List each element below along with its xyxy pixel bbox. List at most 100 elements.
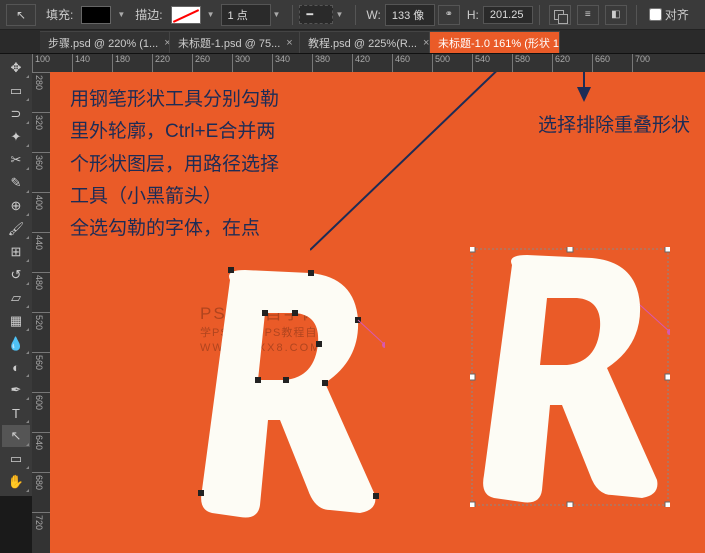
width-field[interactable]: 133 像: [385, 4, 435, 26]
document-tab-active[interactable]: 未标题-1.0 161% (形状 10, RGB/8): [430, 31, 560, 53]
fill-swatch[interactable]: [81, 6, 111, 24]
annotation-line: 全选勾勒的字体，在点: [70, 213, 279, 245]
annotation-line: 里外轮廓，Ctrl+E合并两: [70, 116, 279, 148]
ruler-mark: 280: [32, 72, 50, 112]
divider: [292, 5, 293, 25]
pen-tool[interactable]: ✒: [2, 379, 30, 401]
tab-label: 未标题-1.psd @ 75...: [178, 35, 280, 51]
document-tab[interactable]: 步骤.psd @ 220% (1...×: [40, 31, 170, 53]
ruler-mark: 360: [32, 152, 50, 192]
ruler-mark: 440: [32, 232, 50, 272]
type-tool[interactable]: T: [2, 402, 30, 424]
ruler-mark: 720: [32, 512, 50, 552]
divider: [539, 5, 540, 25]
link-wh-icon[interactable]: ⚭: [438, 5, 460, 25]
heal-tool[interactable]: ⊕: [2, 195, 30, 217]
document-tab[interactable]: 未标题-1.psd @ 75... ×: [170, 31, 300, 53]
align-checkbox[interactable]: 对齐: [649, 6, 689, 23]
stroke-label: 描边:: [135, 6, 162, 23]
chevron-down-icon[interactable]: ▼: [335, 10, 343, 19]
height-label: H:: [467, 8, 479, 22]
toolbox: ✥ ▭ ⊃ ✦ ✂ ✎ ⊕ 🖌 ⊞ ↺ ▱ ▦ 💧 ◐ ✒ T ↖ ▭ ✋: [0, 54, 32, 496]
ruler-mark: 480: [32, 272, 50, 312]
tab-label: 教程.psd @ 225%(R...: [308, 35, 417, 51]
ruler-mark: 220: [152, 54, 192, 72]
document-tab-bar: 步骤.psd @ 220% (1...× 未标题-1.psd @ 75...× …: [0, 30, 705, 54]
ruler-mark: 560: [32, 352, 50, 392]
marquee-tool[interactable]: ▭: [2, 80, 30, 102]
close-icon[interactable]: ×: [423, 37, 429, 49]
ruler-mark: 600: [32, 392, 50, 432]
arrow-to-path-op: [310, 72, 590, 260]
stroke-width-field[interactable]: 1 点: [221, 4, 271, 26]
close-icon[interactable]: ×: [286, 37, 292, 49]
chevron-down-icon[interactable]: ▼: [273, 10, 281, 19]
path-select-tool-icon[interactable]: ↖: [6, 4, 36, 26]
ruler-mark: 680: [32, 472, 50, 512]
ruler-mark: 260: [192, 54, 232, 72]
ruler-mark: 660: [592, 54, 632, 72]
divider: [636, 5, 637, 25]
wand-tool[interactable]: ✦: [2, 126, 30, 148]
blur-tool[interactable]: 💧: [2, 333, 30, 355]
ruler-mark: 500: [432, 54, 472, 72]
gradient-tool[interactable]: ▦: [2, 310, 30, 332]
ruler-mark: 580: [512, 54, 552, 72]
ruler-mark: 140: [72, 54, 112, 72]
vertical-ruler: 280 320 360 400 440 480 520 560 600 640 …: [32, 72, 50, 553]
ruler-mark: 180: [112, 54, 152, 72]
crop-tool[interactable]: ✂: [2, 149, 30, 171]
fill-label: 填充:: [46, 6, 73, 23]
ruler-mark: 380: [312, 54, 352, 72]
path-arrange-button[interactable]: ◧: [605, 5, 627, 25]
hand-tool[interactable]: ✋: [2, 471, 30, 493]
stamp-tool[interactable]: ⊞: [2, 241, 30, 263]
ruler-mark: 640: [32, 432, 50, 472]
width-label: W:: [366, 8, 380, 22]
annotation-exclude-shapes: 选择排除重叠形状: [538, 110, 690, 142]
ruler-mark: 520: [32, 312, 50, 352]
eraser-tool[interactable]: ▱: [2, 287, 30, 309]
divider: [355, 5, 356, 25]
arrow-down: [572, 72, 602, 107]
document-tab[interactable]: 教程.psd @ 225%(R... ×: [300, 31, 430, 53]
canvas[interactable]: 用钢笔形状工具分别勾勒 里外轮廓，Ctrl+E合并两 个形状图层，用路径选择 工…: [50, 72, 705, 553]
ruler-mark: 540: [472, 54, 512, 72]
path-select-tool[interactable]: ↖: [2, 425, 30, 447]
tab-label: 步骤.psd @ 220% (1...: [48, 35, 158, 51]
ruler-mark: 400: [32, 192, 50, 232]
annotation-instructions: 用钢笔形状工具分别勾勒 里外轮廓，Ctrl+E合并两 个形状图层，用路径选择 工…: [70, 84, 279, 245]
annotation-line: 个形状图层，用路径选择: [70, 149, 279, 181]
ruler-mark: 420: [352, 54, 392, 72]
chevron-down-icon[interactable]: ▼: [207, 10, 215, 19]
ruler-mark: 620: [552, 54, 592, 72]
tab-label: 未标题-1.0 161% (形状 10, RGB/8): [438, 35, 560, 51]
shape-tool[interactable]: ▭: [2, 448, 30, 470]
letter-r-shape-selected[interactable]: [190, 265, 385, 525]
align-checkbox-label: 对齐: [665, 6, 689, 23]
lasso-tool[interactable]: ⊃: [2, 103, 30, 125]
ruler-mark: 320: [32, 112, 50, 152]
annotation-line: 工具（小黑箭头）: [70, 181, 279, 213]
move-tool[interactable]: ✥: [2, 57, 30, 79]
horizontal-ruler: 100 140 180 220 260 300 340 380 420 460 …: [32, 54, 705, 72]
height-field[interactable]: 201.25: [483, 6, 533, 24]
options-bar: ↖ 填充: ▼ 描边: ▼ 1 点 ▼ ━ ▼ W: 133 像 ⚭ H: 20…: [0, 0, 705, 30]
stroke-style-field[interactable]: ━: [299, 5, 333, 24]
path-operation-button[interactable]: [549, 5, 571, 25]
eyedropper-tool[interactable]: ✎: [2, 172, 30, 194]
brush-tool[interactable]: 🖌: [2, 218, 30, 240]
letter-r-shape-transform[interactable]: [470, 247, 670, 507]
ruler-mark: 700: [632, 54, 672, 72]
stroke-swatch-none[interactable]: [171, 6, 201, 24]
path-align-button[interactable]: ≡: [577, 5, 599, 25]
dodge-tool[interactable]: ◐: [2, 356, 30, 378]
ruler-mark: 340: [272, 54, 312, 72]
ruler-mark: 460: [392, 54, 432, 72]
ruler-mark: 300: [232, 54, 272, 72]
align-checkbox-input[interactable]: [649, 8, 662, 21]
chevron-down-icon[interactable]: ▼: [117, 10, 125, 19]
annotation-line: 用钢笔形状工具分别勾勒: [70, 84, 279, 116]
history-brush-tool[interactable]: ↺: [2, 264, 30, 286]
ruler-mark: 100: [32, 54, 72, 72]
